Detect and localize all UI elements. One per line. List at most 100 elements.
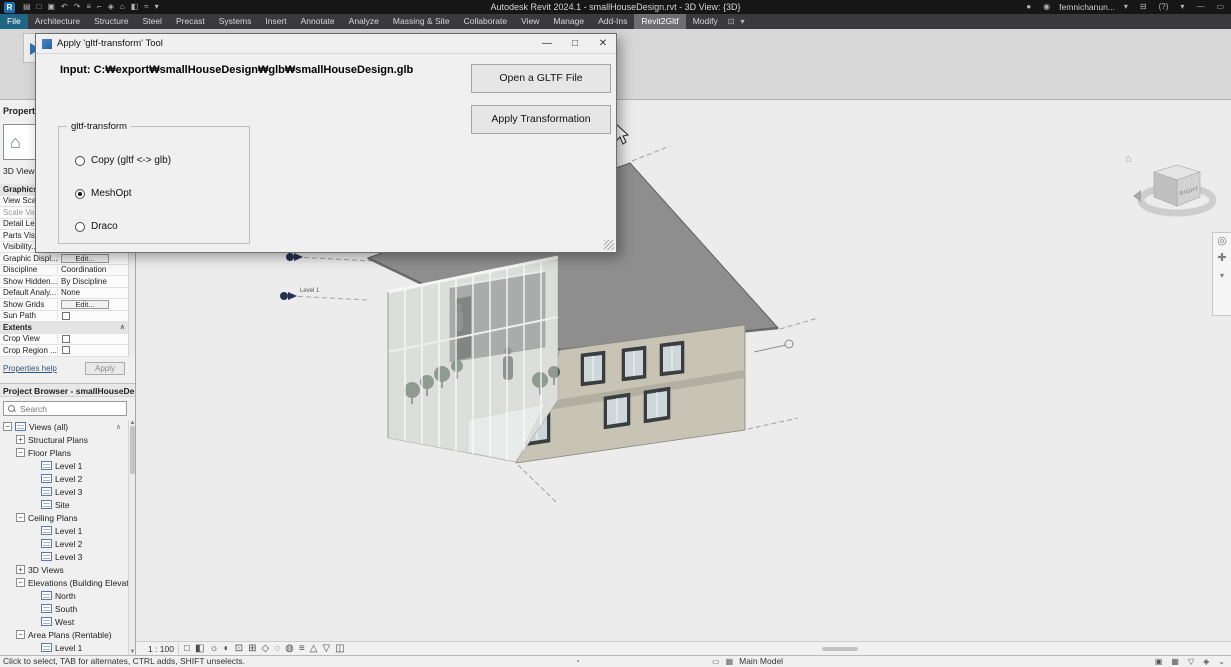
navigation-bar[interactable]: ◎ ✚ ▾ [1212,232,1231,316]
properties-apply-button[interactable]: Apply [85,362,125,375]
prop-row-default-analysis[interactable]: Default Analy... None [0,287,129,299]
radio-meshopt-icon[interactable] [75,188,85,199]
tab-collaborate[interactable]: Collaborate [457,14,514,29]
dialog-maximize-icon[interactable]: □ [568,38,582,49]
editable-only-icon[interactable]: ▭ [712,656,720,667]
radio-copy-icon[interactable] [75,155,85,166]
tab-precast[interactable]: Precast [169,14,212,29]
tree-item-area-level-1[interactable]: Level 1 [0,641,129,654]
visual-style-icon[interactable]: ◧ [195,642,204,656]
qat-customize-icon[interactable]: ▾ [155,0,159,14]
undo-icon[interactable]: ↶ [61,0,68,14]
search-input[interactable] [20,403,126,414]
section-marker[interactable] [753,339,794,353]
prop-row-sun-path[interactable]: Sun Path [0,310,129,322]
tree-item-ceiling-level-2[interactable]: Level 2 [0,537,129,550]
ribbon-options-icon[interactable]: ⊡ [725,14,738,29]
tree-item-floor-level-2[interactable]: Level 2 [0,472,129,485]
maximize-window-icon[interactable]: ▭ [1216,0,1224,14]
select-toggle-icon[interactable]: ◈ [1203,656,1209,667]
expander-icon[interactable]: + [16,565,25,574]
redo-icon[interactable]: ↷ [74,0,81,14]
collapse-chevron-icon[interactable]: ∧ [116,423,121,431]
help-icon[interactable]: (?) [1159,0,1169,14]
graphic-display-edit-button[interactable]: Edit... [61,253,109,263]
tab-massing-site[interactable]: Massing & Site [386,14,457,29]
temporary-hide-isolate-icon[interactable]: ◌ [274,642,280,656]
default-3d-view-icon[interactable]: ⌂ [120,0,125,14]
crop-region-icon[interactable]: ⊞ [248,642,256,656]
tree-item-west[interactable]: West [0,615,129,628]
viewcube-rotate-arrow-icon[interactable] [1133,190,1141,202]
tab-revit2gltf[interactable]: Revit2Gltf [634,14,686,29]
tab-insert[interactable]: Insert [258,14,293,29]
prop-row-show-hidden[interactable]: Show Hidden... By Discipline [0,276,129,288]
show-grids-edit-button[interactable]: Edit... [61,299,109,309]
shadows-icon[interactable]: ◐ [224,642,230,656]
tree-item-area-plans-rentable[interactable]: − Area Plans (Rentable) [0,628,129,641]
crop-region-checkbox[interactable] [62,346,70,355]
tree-item-3d-views[interactable]: + 3D Views [0,563,129,576]
worksets-icon[interactable]: ▦ [726,656,734,667]
tab-systems[interactable]: Systems [212,14,259,29]
tab-add-ins[interactable]: Add-Ins [591,14,634,29]
radio-draco[interactable]: Draco [75,221,118,232]
signed-in-user[interactable]: femnichanun... [1059,2,1115,12]
worksharing-display-icon[interactable]: ▦ [1171,656,1179,667]
analytical-model-icon[interactable]: △ [310,642,318,656]
tab-view[interactable]: View [514,14,546,29]
revit-logo[interactable]: R [4,1,15,13]
sun-path-icon[interactable]: ☼ [210,642,219,656]
tab-modify[interactable]: Modify [686,14,725,29]
navigation-wheel-icon[interactable]: ◎ [1217,236,1227,247]
tab-manage[interactable]: Manage [546,14,591,29]
prop-row-show-grids[interactable]: Show Grids Edit... [0,299,129,311]
prop-row-discipline[interactable]: Discipline Coordination [0,264,129,276]
ribbon-collapse-icon[interactable]: ▾ [737,14,747,29]
status-expand-icon[interactable]: ⌄ [1218,656,1225,667]
expander-icon[interactable]: + [16,435,25,444]
tab-architecture[interactable]: Architecture [28,14,87,29]
account-caret-icon[interactable]: ▾ [1124,0,1128,14]
account-avatar-icon[interactable]: ◉ [1043,0,1050,14]
tree-item-site[interactable]: Site [0,498,129,511]
expander-icon[interactable]: − [16,578,25,587]
crop-view-checkbox[interactable] [62,334,70,343]
tab-annotate[interactable]: Annotate [294,14,342,29]
tag-icon[interactable]: ◈ [108,0,114,14]
open-gltf-file-button[interactable]: Open a GLTF File [471,64,611,93]
expander-icon[interactable]: − [16,448,25,457]
tree-item-floor-level-3[interactable]: Level 3 [0,485,129,498]
help-caret-icon[interactable]: ▾ [1180,0,1184,14]
save-icon[interactable]: ▣ [47,0,55,14]
collapse-section-icon[interactable]: ∧ [120,323,125,331]
expander-icon[interactable]: − [16,513,25,522]
tree-item-ceiling-level-1[interactable]: Level 1 [0,524,129,537]
prop-row-graphic-display[interactable]: Graphic Displ... Edit... [0,253,129,265]
thin-lines-icon[interactable]: ≈ [144,0,148,14]
prop-section-extents[interactable]: Extents ∧ [0,322,129,334]
tree-item-north[interactable]: North [0,589,129,602]
crop-view-icon[interactable]: ⊡ [235,642,243,656]
dialog-resize-grip[interactable] [604,240,614,250]
design-options-icon[interactable]: ▣ [1155,656,1163,667]
browser-scrollbar[interactable]: ▲ ▼ [128,420,135,655]
open-icon[interactable]: □ [37,0,42,14]
minimize-window-icon[interactable]: — [1196,0,1204,14]
radio-meshopt[interactable]: MeshOpt [75,188,132,199]
temporary-view-properties-icon[interactable]: ≡ [299,642,305,656]
prop-row-crop-region[interactable]: Crop Region ... [0,345,129,357]
viewcube[interactable]: RIGHT ⌂ [1125,153,1217,217]
notification-icon[interactable]: ● [1026,0,1031,14]
filter-icon[interactable]: ▽ [1188,656,1194,667]
tree-item-ceiling-level-3[interactable]: Level 3 [0,550,129,563]
radio-draco-icon[interactable] [75,221,85,232]
print-icon[interactable]: ≡ [86,0,91,14]
apply-transformation-button[interactable]: Apply Transformation [471,105,611,134]
tree-item-floor-level-1[interactable]: Level 1 [0,459,129,472]
tab-structure[interactable]: Structure [87,14,136,29]
project-browser-title[interactable]: Project Browser - smallHouseDesign.rvt [0,383,135,397]
lock-3d-view-icon[interactable]: ◇ [262,642,270,656]
tree-item-structural-plans[interactable]: + Structural Plans [0,433,129,446]
dialog-titlebar[interactable]: Apply 'gltf-transform' Tool — □ ✕ [36,34,616,54]
